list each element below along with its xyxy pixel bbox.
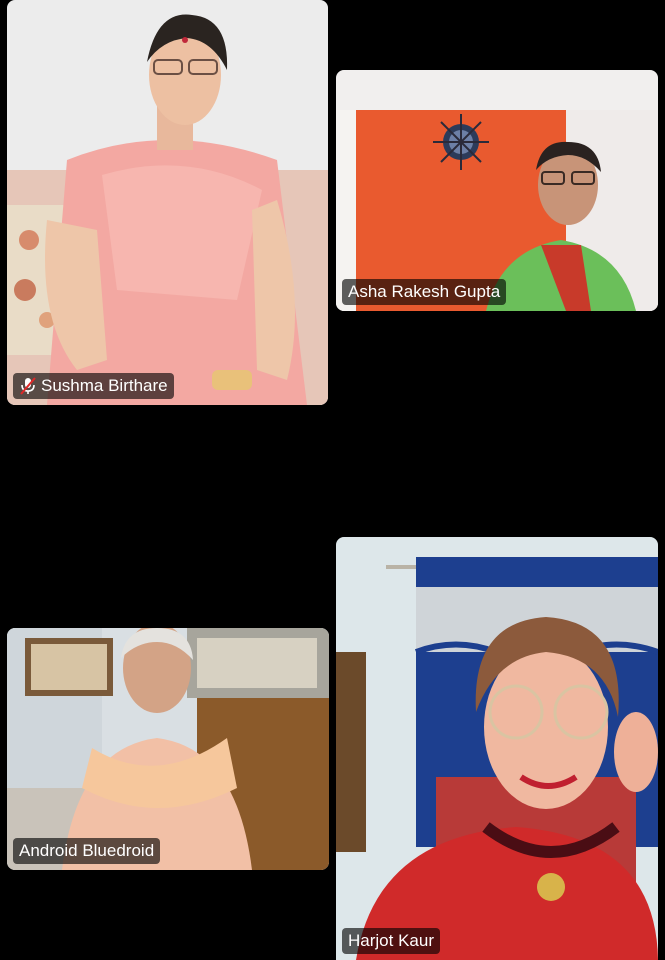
participant-nameplate: Asha Rakesh Gupta <box>342 279 507 305</box>
participant-tile-android-bluedroid[interactable]: Android Bluedroid <box>7 628 329 870</box>
participant-tile-harjot-kaur[interactable]: Harjot Kaur <box>336 537 658 960</box>
video-feed <box>336 537 658 960</box>
mic-muted-icon <box>20 377 36 395</box>
participant-name: Android Bluedroid <box>19 841 155 860</box>
participant-tile-asha-rakesh-gupta[interactable]: Asha Rakesh Gupta <box>336 70 658 311</box>
participant-tile-sushma-birthare[interactable]: Sushma Birthare <box>7 0 328 405</box>
participant-nameplate: Sushma Birthare <box>13 373 174 399</box>
participant-nameplate: Android Bluedroid <box>13 838 161 864</box>
video-feed <box>336 70 658 311</box>
video-feed <box>7 628 329 870</box>
participant-name: Asha Rakesh Gupta <box>348 282 501 301</box>
participant-name: Sushma Birthare <box>41 376 168 395</box>
participant-nameplate: Harjot Kaur <box>342 928 440 954</box>
video-feed <box>7 0 328 405</box>
participant-name: Harjot Kaur <box>348 931 434 950</box>
